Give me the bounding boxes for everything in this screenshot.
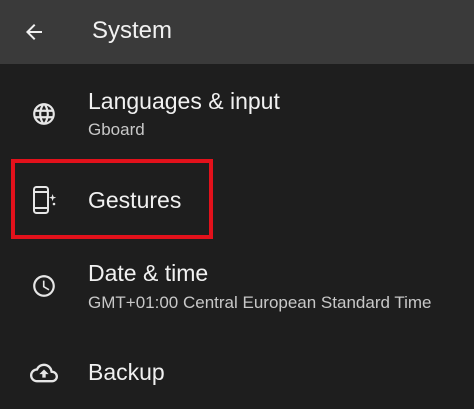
- settings-item-gestures[interactable]: Gestures: [0, 165, 474, 235]
- settings-item-languages-input[interactable]: Languages & input Gboard: [0, 80, 474, 150]
- arrow-left-icon: [26, 24, 42, 40]
- clock-icon: [28, 270, 60, 302]
- back-button[interactable]: [14, 12, 54, 52]
- app-bar: System: [0, 0, 474, 64]
- phone-gesture-icon: [28, 184, 60, 216]
- page-title: System: [92, 17, 173, 44]
- settings-item-backup[interactable]: Backup: [0, 346, 474, 406]
- settings-screen: System Languages & input Gboard Gestures: [0, 0, 474, 409]
- settings-item-title: Backup: [88, 359, 165, 385]
- globe-icon: [28, 98, 60, 130]
- settings-item-date-time[interactable]: Date & time GMT+01:00 Central European S…: [0, 252, 474, 324]
- cloud-upload-icon: [28, 357, 60, 389]
- settings-item-title: Languages & input: [88, 88, 280, 114]
- settings-item-subtitle: Gboard: [88, 120, 145, 139]
- settings-item-title: Date & time: [88, 260, 209, 286]
- settings-item-subtitle: GMT+01:00 Central European Standard Time: [88, 293, 432, 312]
- settings-item-title: Gestures: [88, 187, 182, 213]
